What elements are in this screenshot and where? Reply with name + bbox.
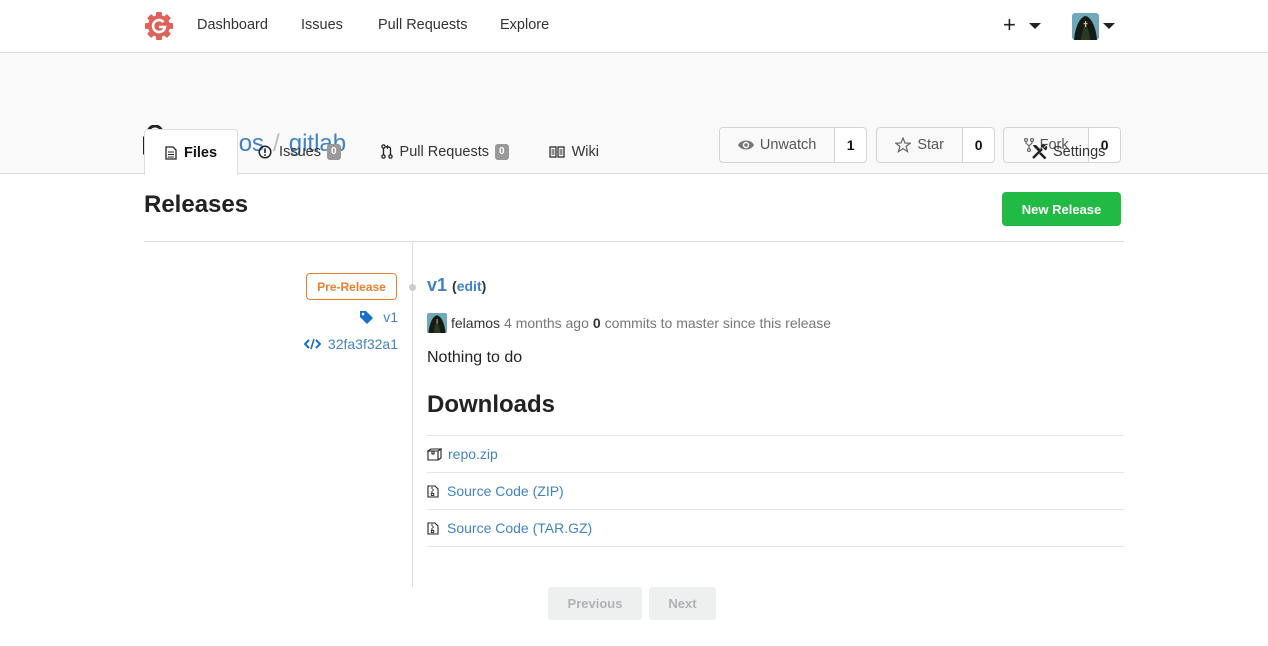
release-commit-link[interactable]: 32fa3f32a1 xyxy=(303,336,398,352)
code-icon xyxy=(303,338,321,350)
watchers-count[interactable]: 1 xyxy=(835,128,866,162)
downloads-list: repo.zip Source Code (ZIP) Source Code (… xyxy=(427,435,1124,547)
unwatch-button[interactable]: Unwatch xyxy=(720,128,836,162)
file-text-icon xyxy=(165,145,177,160)
download-source-targz[interactable]: Source Code (TAR.GZ) xyxy=(447,520,592,536)
release-title: v1 (edit) xyxy=(427,275,486,296)
unwatch-label: Unwatch xyxy=(759,137,817,153)
stars-count[interactable]: 0 xyxy=(963,128,994,162)
star-button-group: Star 0 xyxy=(876,127,995,163)
watch-button-group: Unwatch 1 xyxy=(719,127,867,163)
release-tag-label: v1 xyxy=(383,309,398,325)
plus-icon[interactable]: + xyxy=(1003,12,1016,38)
top-navbar: Dashboard Issues Pull Requests Explore + xyxy=(0,0,1268,53)
file-zip-icon xyxy=(427,521,439,535)
previous-page-button[interactable]: Previous xyxy=(548,587,642,620)
release-title-link[interactable]: v1 xyxy=(427,275,447,295)
commits-text: commits to master since this release xyxy=(604,315,832,331)
author-link[interactable]: felamos xyxy=(451,315,500,331)
settings-label: Settings xyxy=(1053,143,1106,160)
tools-icon xyxy=(1032,144,1048,160)
edit-release-link[interactable]: edit xyxy=(457,278,482,294)
star-button[interactable]: Star xyxy=(877,128,964,162)
star-icon xyxy=(895,137,912,153)
next-page-button[interactable]: Next xyxy=(649,587,716,620)
chevron-down-icon[interactable] xyxy=(1103,23,1115,29)
tab-pull-requests-label: Pull Requests xyxy=(399,143,489,160)
tab-pull-requests[interactable]: Pull Requests 0 xyxy=(361,129,529,174)
author-avatar[interactable] xyxy=(427,313,447,333)
nav-explore[interactable]: Explore xyxy=(500,17,549,33)
release-commit-sha: 32fa3f32a1 xyxy=(327,336,398,352)
star-label: Star xyxy=(917,137,944,153)
edit-wrapper: (edit) xyxy=(452,278,487,294)
issue-icon xyxy=(258,144,272,159)
tab-wiki[interactable]: Wiki xyxy=(529,129,619,174)
repo-tabs: Files Issues 0 Pull Requests 0 Wiki xyxy=(144,129,619,175)
tab-files-label: Files xyxy=(184,144,218,161)
release-note: Nothing to do xyxy=(427,349,523,366)
release-meta: felamos 4 months ago 0 commits to master… xyxy=(427,313,831,333)
release-tag-link[interactable]: v1 xyxy=(359,309,398,325)
download-item: repo.zip xyxy=(427,436,1124,473)
tab-issues[interactable]: Issues 0 xyxy=(238,129,360,174)
tab-issues-label: Issues xyxy=(279,143,321,160)
tab-files[interactable]: Files xyxy=(144,129,239,175)
divider xyxy=(144,241,1124,242)
commits-count: 0 xyxy=(592,315,601,331)
nav-dashboard[interactable]: Dashboard xyxy=(197,17,268,33)
release-time: 4 months ago xyxy=(504,315,589,331)
nav-pull-requests[interactable]: Pull Requests xyxy=(378,17,467,33)
pre-release-badge: Pre-Release xyxy=(306,273,397,300)
chevron-down-icon[interactable] xyxy=(1029,23,1041,29)
timeline-dot xyxy=(409,284,416,291)
issues-count-badge: 0 xyxy=(326,143,341,160)
tab-settings[interactable]: Settings xyxy=(1031,143,1105,160)
page-title: Releases xyxy=(144,191,249,218)
package-icon xyxy=(427,447,442,461)
user-avatar[interactable] xyxy=(1072,13,1099,40)
timeline-line xyxy=(412,242,413,587)
tag-icon xyxy=(360,310,374,324)
pull-request-icon xyxy=(380,144,393,159)
nav-issues[interactable]: Issues xyxy=(301,17,343,33)
eye-icon xyxy=(737,140,754,150)
downloads-heading: Downloads xyxy=(427,391,556,418)
tab-wiki-label: Wiki xyxy=(571,143,599,160)
download-item: Source Code (TAR.GZ) xyxy=(427,510,1124,547)
pull-requests-count-badge: 0 xyxy=(495,143,509,160)
download-item: Source Code (ZIP) xyxy=(427,473,1124,510)
gogs-logo-icon[interactable] xyxy=(144,11,174,41)
download-repo-zip[interactable]: repo.zip xyxy=(448,446,498,462)
book-icon xyxy=(548,145,565,158)
new-release-button[interactable]: New Release xyxy=(1002,192,1121,226)
download-source-zip[interactable]: Source Code (ZIP) xyxy=(447,483,564,499)
file-zip-icon xyxy=(427,484,439,498)
